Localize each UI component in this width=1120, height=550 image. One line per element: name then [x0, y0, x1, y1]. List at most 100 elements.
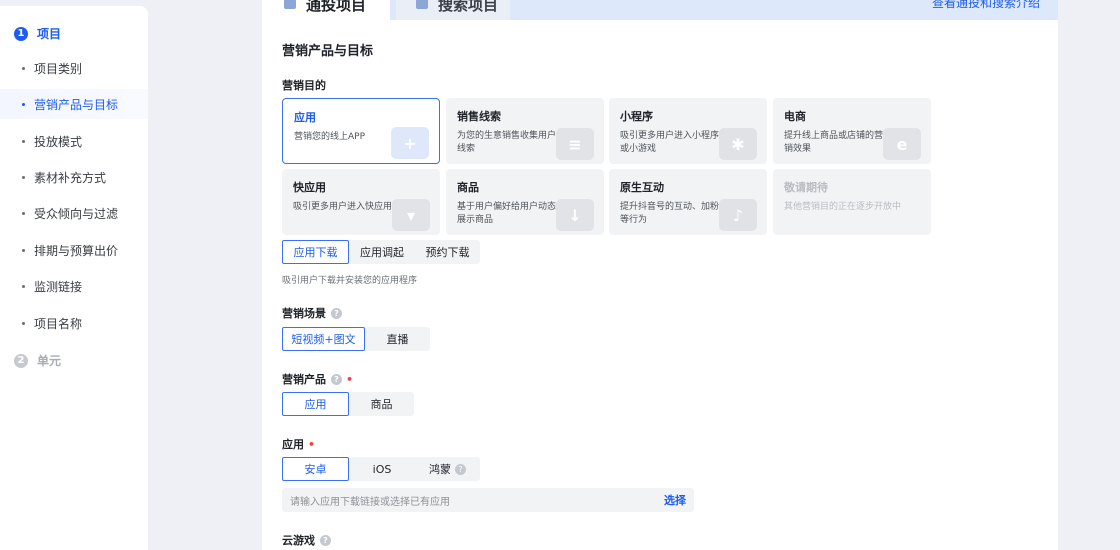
card-desc: 提升线上商品或店铺的营销效果	[784, 131, 884, 154]
option-label: 鸿蒙	[429, 463, 451, 476]
option-android[interactable]: 安卓	[282, 457, 349, 481]
card-title: 小程序	[620, 110, 653, 123]
bullet-icon	[22, 66, 25, 70]
e-icon: e	[883, 128, 921, 160]
card-title: 快应用	[293, 181, 326, 194]
option-app-invoke[interactable]: 应用调起	[349, 240, 415, 264]
bullet-icon	[22, 248, 25, 252]
card-title: 原生互动	[620, 181, 664, 194]
sidebar-item-label: 排期与预算出价	[34, 243, 119, 258]
option-reserve-download[interactable]: 预约下载	[415, 240, 480, 264]
marketing-goal-label: 营销目的	[282, 77, 326, 93]
goal-hint: 吸引用户下载并安装您的应用程序	[282, 276, 418, 286]
sidebar-item-label: 营销产品与目标	[34, 97, 119, 112]
goal-card-leads[interactable]: 销售线索 为您的生意销售收集用户线索 ≡	[446, 98, 604, 164]
sidebar-item-monitor-link[interactable]: 监测链接	[0, 271, 148, 301]
card-desc: 营销您的线上APP	[294, 132, 366, 142]
card-desc: 为您的生意销售收集用户线索	[457, 131, 557, 154]
step-label: 项目	[37, 27, 62, 41]
sidebar-item-label: 受众倾向与过滤	[34, 206, 119, 221]
goal-card-app[interactable]: 应用 营销您的线上APP +	[282, 98, 440, 164]
option-goods[interactable]: 商品	[349, 392, 414, 416]
tab-label: 搜索项目	[438, 0, 499, 14]
option-live[interactable]: 直播	[365, 327, 430, 351]
sidebar-item-project-name[interactable]: 项目名称	[0, 308, 148, 338]
card-desc: 基于用户偏好给用户动态展示商品	[457, 202, 557, 225]
app-label: 应用 •	[282, 436, 315, 452]
option-app[interactable]: 应用	[282, 392, 349, 416]
sidebar: 1 项目 项目类别 营销产品与目标 投放模式 素材补充方式 受众倾向与过滤 排期…	[0, 6, 148, 550]
sidebar-item-product-goal[interactable]: 营销产品与目标	[0, 89, 148, 119]
sidebar-item-label: 投放模式	[34, 134, 83, 149]
bullet-icon	[22, 139, 25, 143]
choose-app-button[interactable]: 选择	[664, 492, 686, 508]
card-title: 敬请期待	[784, 181, 828, 194]
help-icon[interactable]: ?	[331, 373, 342, 385]
search-icon	[416, 0, 428, 9]
sidebar-item-label: 项目类别	[34, 61, 83, 76]
product-label: 营销产品 ? •	[282, 371, 353, 387]
help-icon[interactable]: ?	[331, 307, 342, 319]
product-segmented: 应用 商品	[282, 392, 414, 416]
card-title: 销售线索	[457, 110, 501, 123]
option-app-download[interactable]: 应用下载	[282, 240, 349, 264]
cloud-game-label: 云游戏 ?	[282, 532, 331, 548]
bullet-icon	[22, 211, 25, 215]
form-icon: ≡	[556, 128, 594, 160]
card-desc: 吸引更多用户进入小程序或小游戏	[620, 131, 720, 154]
goal-card-coming-soon: 敬请期待 其他营销目的正在逐步开放中	[773, 169, 931, 235]
label-text: 应用	[282, 438, 304, 451]
option-ios[interactable]: iOS	[349, 457, 415, 481]
goal-card-quickapp[interactable]: 快应用 吸引更多用户进入快应用 ▾	[282, 169, 440, 235]
plus-icon: +	[391, 127, 429, 159]
goal-card-miniprogram[interactable]: 小程序 吸引更多用户进入小程序或小游戏 ✱	[609, 98, 767, 164]
sidebar-item-delivery-mode[interactable]: 投放模式	[0, 126, 148, 156]
project-icon	[284, 0, 296, 9]
intro-link[interactable]: 查看通投和搜索介绍	[932, 0, 1040, 11]
input-placeholder: 请输入应用下载链接或选择已有应用	[290, 496, 450, 508]
label-text: 营销场景	[282, 307, 326, 320]
goal-card-ecommerce[interactable]: 电商 提升线上商品或店铺的营销效果 e	[773, 98, 931, 164]
miniprogram-icon: ✱	[719, 128, 757, 160]
card-desc: 提升抖音号的互动、加粉等行为	[620, 202, 720, 225]
step-label: 单元	[37, 354, 62, 368]
section-title: 营销产品与目标	[282, 44, 374, 59]
quickapp-icon: ▾	[392, 199, 430, 231]
help-icon[interactable]: ?	[320, 534, 331, 546]
sidebar-item-audience[interactable]: 受众倾向与过滤	[0, 198, 148, 228]
card-desc: 吸引更多用户进入快应用	[293, 202, 393, 212]
platform-segmented: 安卓 iOS 鸿蒙 ?	[282, 457, 480, 481]
bullet-icon	[22, 175, 25, 179]
step-unit[interactable]: 2 单元	[14, 352, 61, 369]
card-desc: 其他营销目的正在逐步开放中	[784, 202, 902, 212]
step-number: 2	[14, 353, 28, 368]
tab-search-project[interactable]: 搜索项目	[396, 0, 510, 20]
sidebar-item-project-category[interactable]: 项目类别	[0, 53, 148, 83]
step-project[interactable]: 1 项目	[14, 25, 61, 42]
required-mark: •	[346, 372, 354, 386]
option-harmony[interactable]: 鸿蒙 ?	[415, 457, 480, 481]
sidebar-item-schedule-budget[interactable]: 排期与预算出价	[0, 235, 148, 265]
option-short-video[interactable]: 短视频+图文	[282, 327, 365, 351]
help-icon[interactable]: ?	[455, 463, 466, 475]
tab-label: 通投项目	[306, 0, 367, 14]
label-text: 营销产品	[282, 373, 326, 386]
bullet-icon	[22, 284, 25, 288]
scene-label: 营销场景 ?	[282, 305, 342, 321]
app-goal-segmented: 应用下载 应用调起 预约下载	[282, 240, 480, 264]
main-panel: 营销产品与目标 营销目的 应用 营销您的线上APP + 销售线索 为您的生意销售…	[262, 20, 1058, 550]
sidebar-item-label: 监测链接	[34, 279, 83, 294]
app-link-input[interactable]: 请输入应用下载链接或选择已有应用 选择	[282, 488, 694, 512]
card-title: 电商	[784, 110, 806, 123]
sidebar-item-label: 素材补充方式	[34, 170, 107, 185]
step-number: 1	[14, 26, 28, 41]
card-title: 商品	[457, 181, 479, 194]
goal-card-product[interactable]: 商品 基于用户偏好给用户动态展示商品 ↓	[446, 169, 604, 235]
goal-card-native[interactable]: 原生互动 提升抖音号的互动、加粉等行为 ♪	[609, 169, 767, 235]
tab-general-project[interactable]: 通投项目	[262, 0, 390, 20]
label-text: 营销目的	[282, 79, 326, 92]
card-title: 应用	[294, 111, 316, 124]
cart-icon: ↓	[556, 199, 594, 231]
scene-segmented: 短视频+图文 直播	[282, 327, 430, 351]
sidebar-item-material[interactable]: 素材补充方式	[0, 162, 148, 192]
